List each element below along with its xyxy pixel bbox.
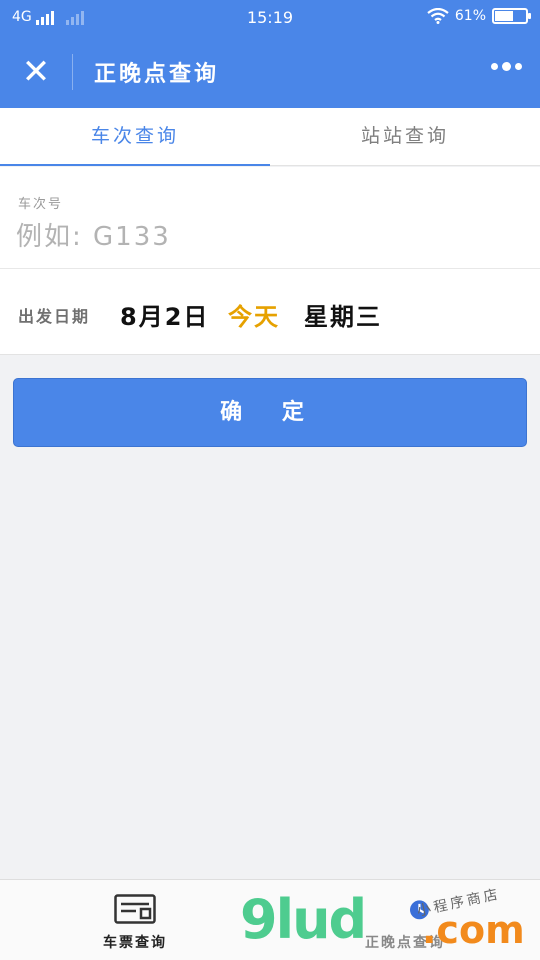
more-options-icon[interactable] — [491, 62, 522, 71]
confirm-button[interactable]: 确 定 — [13, 378, 527, 447]
departure-date-label: 出发日期 — [18, 307, 91, 326]
today-badge: 今天 — [228, 303, 280, 331]
tab-train-number[interactable]: 车次查询 — [0, 108, 270, 166]
bottom-tab-delay-query[interactable]: 正晚点查询 — [270, 880, 540, 960]
train-number-label: 车次号 — [18, 197, 64, 212]
clock-icon — [410, 900, 429, 920]
bottom-tab-ticket-query[interactable]: 车票查询 — [0, 880, 270, 960]
train-number-input[interactable] — [16, 217, 516, 257]
battery-percent: 61% — [454, 8, 486, 24]
tab-station-to-station[interactable]: 站站查询 — [270, 108, 540, 165]
bottom-tab-bar: 车票查询 正晚点查询 — [0, 879, 540, 960]
train-number-field: 车次号 — [0, 167, 540, 269]
departure-date-value: 8月2日 — [120, 303, 210, 331]
status-right: 61% — [427, 8, 531, 24]
close-icon[interactable]: ✕ — [18, 54, 54, 90]
nav-bar: ✕ 正晚点查询 — [0, 36, 540, 108]
weekday-value: 星期三 — [304, 303, 382, 331]
wifi-icon — [427, 8, 449, 24]
bottom-tab-label: 正晚点查询 — [365, 935, 445, 951]
bottom-tab-label: 车票查询 — [103, 935, 167, 951]
page-title: 正晚点查询 — [94, 62, 220, 87]
status-bar: 4G 15:19 61% — [0, 0, 540, 36]
query-tabs: 车次查询 站站查询 — [0, 108, 540, 166]
battery-icon — [492, 8, 531, 24]
departure-date-field[interactable]: 出发日期 8月2日 今天 星期三 — [0, 269, 540, 355]
nav-divider — [72, 54, 73, 90]
ticket-icon — [114, 894, 156, 924]
query-form: 车次号 出发日期 8月2日 今天 星期三 — [0, 167, 540, 355]
